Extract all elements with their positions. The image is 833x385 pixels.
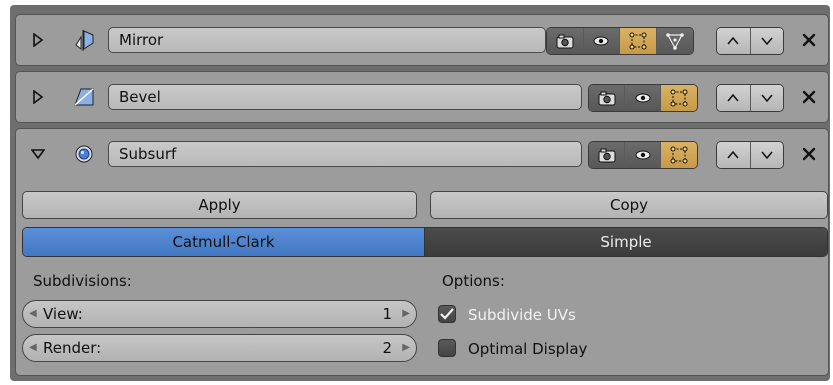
- increment-arrow-icon[interactable]: ▶: [402, 335, 410, 361]
- eye-icon[interactable]: [625, 142, 662, 168]
- modifier-panel-bevel: Bevel: [15, 71, 829, 123]
- render-camera-icon[interactable]: [589, 142, 626, 168]
- view-levels-field[interactable]: ◀ View: 1 ▶: [22, 300, 417, 328]
- mirror-icon: [71, 27, 97, 53]
- subdivide-uvs-label[interactable]: Subdivide UVs: [468, 306, 576, 324]
- modifier-header: Subsurf: [16, 129, 828, 179]
- render-levels-field[interactable]: ◀ Render: 2 ▶: [22, 334, 417, 362]
- optimal-display-label[interactable]: Optimal Display: [468, 340, 587, 358]
- decrement-arrow-icon[interactable]: ◀: [29, 335, 37, 361]
- visibility-buttons: [588, 141, 698, 169]
- render-label: Render:: [43, 339, 102, 357]
- move-buttons: [716, 141, 784, 169]
- move-down-icon[interactable]: [750, 85, 783, 111]
- close-icon[interactable]: [798, 29, 820, 51]
- apply-button[interactable]: Apply: [22, 191, 417, 219]
- render-camera-icon[interactable]: [547, 28, 584, 54]
- increment-arrow-icon[interactable]: ▶: [402, 301, 410, 327]
- move-down-icon[interactable]: [750, 142, 783, 168]
- expand-triangle-icon[interactable]: [29, 88, 47, 106]
- subdivide-uvs-checkbox[interactable]: [438, 305, 456, 323]
- tab-simple[interactable]: Simple: [425, 228, 827, 256]
- move-up-icon[interactable]: [717, 85, 751, 111]
- move-buttons: [716, 27, 784, 55]
- render-camera-icon[interactable]: [589, 85, 626, 111]
- subdivisions-heading: Subdivisions:: [33, 272, 132, 290]
- optimal-display-checkbox[interactable]: [438, 339, 456, 357]
- edit-mode-icon[interactable]: [661, 142, 697, 168]
- subdivision-algorithm-selector: Catmull-Clark Simple: [22, 227, 828, 257]
- move-buttons: [716, 84, 784, 112]
- cage-vertex-icon[interactable]: [656, 28, 693, 54]
- expand-triangle-icon[interactable]: [29, 31, 47, 49]
- decrement-arrow-icon[interactable]: ◀: [29, 301, 37, 327]
- eye-icon[interactable]: [583, 28, 620, 54]
- visibility-buttons: [588, 84, 698, 112]
- eye-icon[interactable]: [625, 85, 662, 111]
- checkmark-icon: [440, 308, 454, 320]
- modifier-name-field[interactable]: Bevel: [108, 84, 582, 110]
- modifier-name-field[interactable]: Mirror: [108, 27, 546, 53]
- tab-catmull-clark[interactable]: Catmull-Clark: [23, 228, 425, 256]
- modifier-header: Mirror: [16, 15, 828, 65]
- bevel-icon: [71, 84, 97, 110]
- copy-button[interactable]: Copy: [430, 191, 828, 219]
- view-label: View:: [43, 305, 83, 323]
- close-icon[interactable]: [798, 143, 820, 165]
- move-down-icon[interactable]: [750, 28, 783, 54]
- modifier-name-field[interactable]: Subsurf: [108, 141, 582, 167]
- modifier-header: Bevel: [16, 72, 828, 122]
- move-up-icon[interactable]: [717, 28, 751, 54]
- subsurf-icon: [71, 141, 97, 167]
- visibility-buttons: [546, 27, 694, 55]
- modifier-panel-mirror: Mirror: [15, 14, 829, 66]
- options-heading: Options:: [442, 272, 505, 290]
- view-value: 1: [382, 305, 392, 323]
- move-up-icon[interactable]: [717, 142, 751, 168]
- edit-mode-icon[interactable]: [620, 28, 657, 54]
- close-icon[interactable]: [798, 86, 820, 108]
- collapse-triangle-icon[interactable]: [29, 145, 47, 163]
- render-value: 2: [382, 339, 392, 357]
- edit-mode-icon[interactable]: [661, 85, 697, 111]
